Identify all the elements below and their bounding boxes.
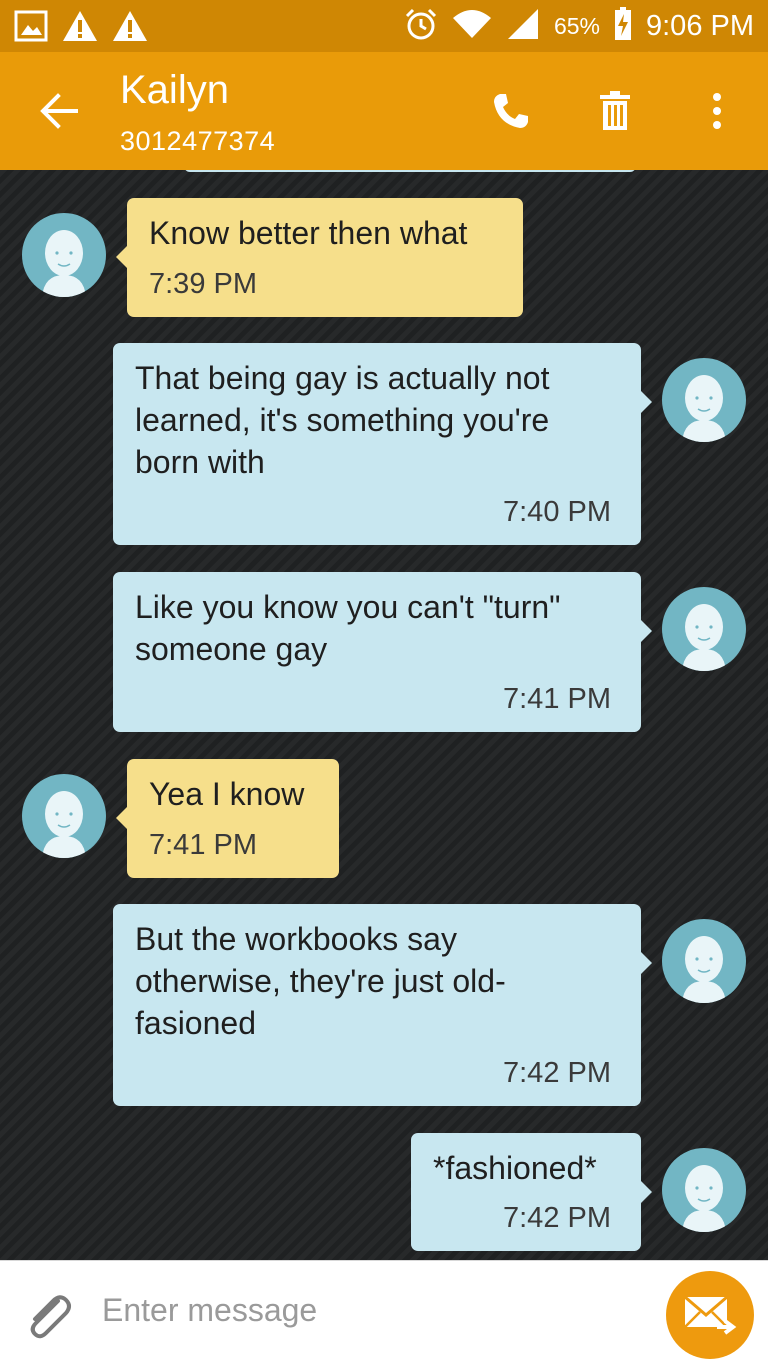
message-bubble-incoming[interactable]: Know better then what 7:39 PM bbox=[116, 198, 523, 317]
message-text-line: That being gay is actually not bbox=[135, 360, 550, 396]
my-avatar[interactable] bbox=[662, 919, 746, 1003]
send-envelope-icon bbox=[684, 1295, 737, 1335]
previous-message-edge bbox=[184, 170, 636, 172]
delete-button[interactable] bbox=[592, 88, 638, 134]
send-button[interactable] bbox=[666, 1271, 754, 1359]
contact-number: 3012477374 bbox=[120, 126, 276, 156]
message-bubble-outgoing[interactable]: But the workbooks say otherwise, they're… bbox=[113, 904, 652, 1106]
status-bar: 65% 9:06 PM bbox=[0, 0, 768, 52]
contact-name: Kailyn bbox=[120, 68, 229, 112]
paperclip-icon bbox=[30, 1295, 71, 1339]
message-bubble-incoming[interactable]: Yea I know 7:41 PM bbox=[116, 759, 339, 878]
wifi-icon bbox=[452, 8, 492, 45]
message-text-line: otherwise, they're just old- bbox=[135, 963, 506, 999]
message-text-line: Know better then what bbox=[149, 215, 468, 251]
message-text-line: *fashioned* bbox=[433, 1150, 597, 1186]
more-options-button[interactable] bbox=[694, 88, 740, 134]
message-timestamp: 7:42 PM bbox=[503, 1057, 611, 1089]
back-button[interactable] bbox=[36, 88, 82, 134]
message-text-line: Yea I know bbox=[149, 776, 305, 812]
message-text-line: learned, it's something you're bbox=[135, 402, 550, 438]
person-avatar-icon bbox=[42, 791, 86, 858]
phone-icon bbox=[494, 94, 528, 128]
battery-charging-icon bbox=[614, 6, 632, 46]
back-arrow-icon bbox=[40, 93, 78, 129]
message-text-line: someone gay bbox=[135, 631, 328, 667]
message-timestamp: 7:40 PM bbox=[503, 496, 611, 528]
message-timestamp: 7:39 PM bbox=[149, 268, 257, 300]
message-text-line: But the workbooks say bbox=[135, 921, 457, 957]
trash-icon bbox=[600, 91, 630, 130]
person-avatar-icon bbox=[682, 1165, 726, 1232]
contact-avatar[interactable] bbox=[22, 774, 106, 858]
my-avatar[interactable] bbox=[662, 587, 746, 671]
app-bar: Kailyn 3012477374 bbox=[0, 52, 768, 170]
person-avatar-icon bbox=[682, 604, 726, 671]
message-text-line: fasioned bbox=[135, 1005, 256, 1041]
message-timestamp: 7:42 PM bbox=[503, 1202, 611, 1234]
battery-percent: 65% bbox=[553, 12, 600, 39]
message-input[interactable] bbox=[102, 1285, 642, 1335]
person-avatar-icon bbox=[42, 230, 86, 297]
contact-avatar[interactable] bbox=[22, 213, 106, 297]
signal-icon bbox=[506, 7, 540, 46]
message-text-line: born with bbox=[135, 444, 265, 480]
warning-icon bbox=[62, 10, 98, 47]
my-avatar[interactable] bbox=[662, 1148, 746, 1232]
more-vert-icon bbox=[713, 93, 721, 129]
attach-button[interactable] bbox=[22, 1289, 76, 1343]
person-avatar-icon bbox=[682, 936, 726, 1003]
call-button[interactable] bbox=[488, 88, 534, 134]
image-icon bbox=[14, 10, 48, 47]
message-timestamp: 7:41 PM bbox=[149, 829, 257, 861]
conversation-thread[interactable]: Know better then what 7:39 PM That being… bbox=[0, 170, 768, 1260]
message-bubble-outgoing[interactable]: *fashioned* 7:42 PM bbox=[411, 1133, 652, 1251]
message-bubble-outgoing[interactable]: Like you know you can't "turn" someone g… bbox=[113, 572, 652, 732]
my-avatar[interactable] bbox=[662, 358, 746, 442]
message-timestamp: 7:41 PM bbox=[503, 683, 611, 715]
status-time: 9:06 PM bbox=[646, 9, 754, 42]
message-bubble-outgoing[interactable]: That being gay is actually not learned, … bbox=[113, 343, 652, 545]
person-avatar-icon bbox=[682, 375, 726, 442]
message-text-line: Like you know you can't "turn" bbox=[135, 589, 561, 625]
message-composer bbox=[0, 1260, 768, 1365]
warning-icon bbox=[112, 10, 148, 47]
alarm-icon bbox=[404, 7, 438, 46]
